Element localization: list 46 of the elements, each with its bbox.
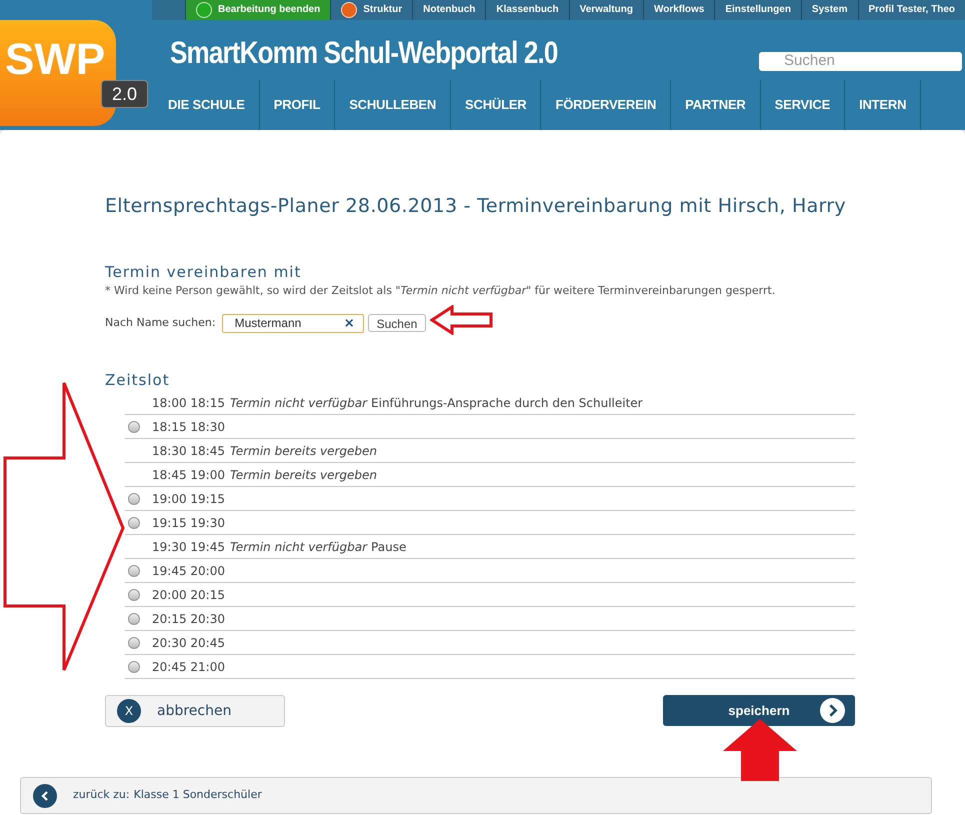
- radio-button[interactable]: [128, 492, 140, 504]
- slot-note: Pause: [371, 538, 406, 556]
- note-text: * Wird keine Person gewählt, so wird der Zeitslot als "Termin nicht verfügbar" für weitere Terminvereinbarungen gesperrt.: [105, 283, 776, 299]
- search-field[interactable]: Suchen: [759, 52, 962, 71]
- save-button[interactable]: speichern: [663, 695, 855, 726]
- radio-button[interactable]: [128, 420, 140, 432]
- search-label: Nach Name suchen:: [105, 314, 216, 331]
- breadcrumb-label: zurück zu:: [73, 787, 130, 804]
- name-search-field[interactable]: Mustermann ×: [222, 314, 364, 332]
- radio-button[interactable]: [128, 612, 140, 624]
- clear-icon[interactable]: ×: [344, 316, 355, 330]
- time-range: 18:15 18:30: [152, 418, 225, 436]
- site-title: SmartKomm Schul-Webportal 2.0: [170, 34, 558, 72]
- slot-status: Termin bereits vergeben: [230, 442, 378, 460]
- slot-status: Termin nicht verfügbar: [230, 538, 368, 556]
- close-icon: X: [117, 699, 141, 723]
- time-range: 18:00 18:15: [152, 394, 225, 412]
- time-range: 19:00 19:15: [152, 490, 225, 508]
- time-range: 20:15 20:30: [152, 610, 225, 628]
- search-button[interactable]: Suchen: [368, 314, 426, 332]
- slot-note: Einführungs-Ansprache durch den Schulleiter: [371, 394, 643, 412]
- time-range: 20:45 21:00: [152, 658, 225, 676]
- time-range: 20:00 20:15: [152, 586, 225, 604]
- cancel-button[interactable]: X abbrechen: [105, 695, 285, 727]
- chevron-right-icon: [820, 698, 845, 723]
- radio-button[interactable]: [128, 588, 140, 600]
- radio-button[interactable]: [128, 516, 140, 528]
- time-range: 19:30 19:45: [152, 538, 225, 556]
- back-icon[interactable]: [33, 784, 57, 808]
- time-range: 18:45 19:00: [152, 466, 225, 484]
- section-heading: Termin vereinbaren mit: [105, 262, 302, 282]
- slot-status: Termin bereits vergeben: [230, 466, 378, 484]
- page-title: Elternsprechtags-Planer 28.06.2013 - Terminvereinbarung mit Hirsch, Harry: [105, 194, 847, 219]
- breadcrumb-link[interactable]: Klasse 1 Sonderschüler: [134, 787, 262, 804]
- time-range: 20:30 20:45: [152, 634, 225, 652]
- radio-button[interactable]: [128, 636, 140, 648]
- section-heading: Zeitslot: [105, 370, 171, 390]
- annotation-arrow: [430, 305, 494, 335]
- version-badge: 2.0: [101, 80, 148, 108]
- time-range: 19:15 19:30: [152, 514, 225, 532]
- radio-button[interactable]: [128, 660, 140, 672]
- time-range: 18:30 18:45: [152, 442, 225, 460]
- radio-button[interactable]: [128, 564, 140, 576]
- time-range: 19:45 20:00: [152, 562, 225, 580]
- toolbar-item[interactable]: Bearbeitung beenden: [184, 0, 330, 20]
- slot-status: Termin nicht verfügbar: [230, 394, 368, 412]
